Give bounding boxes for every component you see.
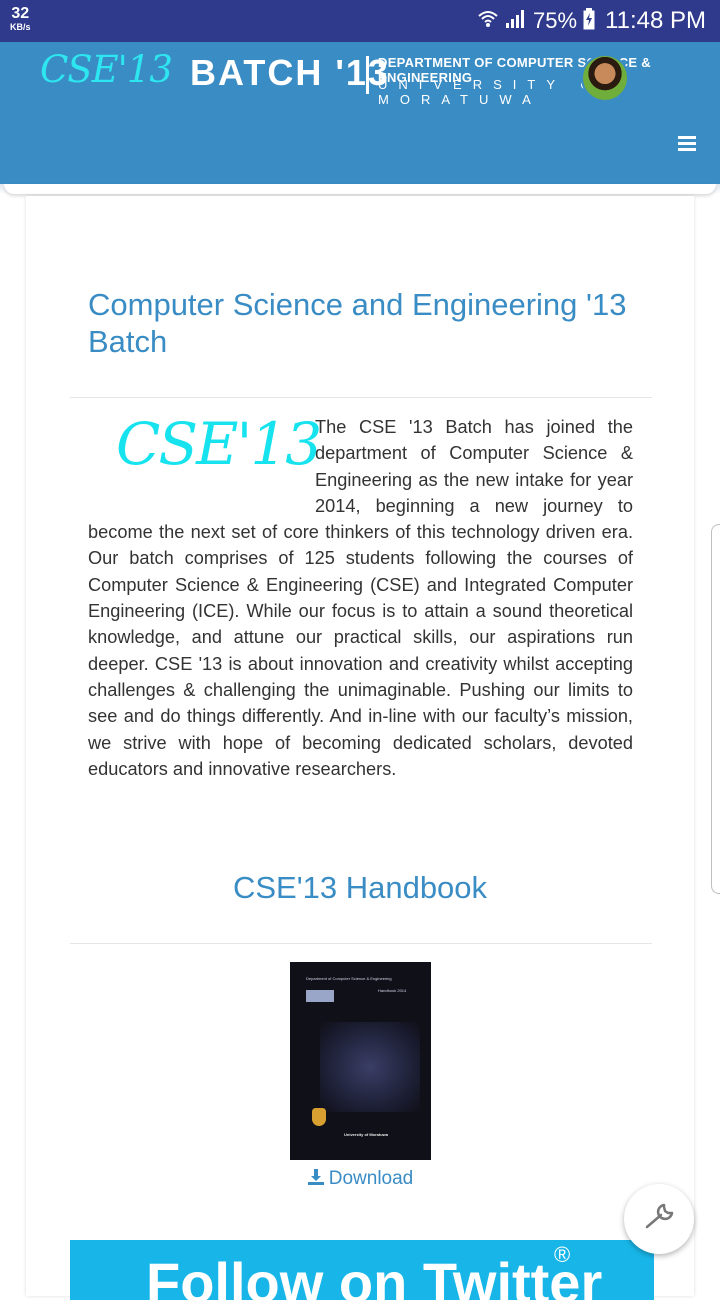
twitter-follow-button[interactable]: Follow on Twitter ® <box>70 1240 654 1300</box>
network-speed: 32 KB/s <box>10 6 31 32</box>
university-name: UNIVERSITY OF MORATUWA <box>378 77 621 107</box>
cover-badge <box>306 990 334 1002</box>
download-icon <box>307 1168 325 1192</box>
site-header: CSE'13 BATCH '13 DEPARTMENT OF COMPUTER … <box>0 42 720 184</box>
batch-title: BATCH '13 <box>190 52 390 93</box>
divider <box>70 943 652 944</box>
site-logo[interactable]: CSE'13 <box>40 48 173 91</box>
registered-mark: ® <box>554 1242 571 1267</box>
tools-fab-button[interactable] <box>624 1184 694 1254</box>
status-bar: 32 KB/s 75% 11:48 PM <box>0 0 720 42</box>
avatar[interactable] <box>581 54 629 102</box>
divider <box>70 397 652 398</box>
cover-university: University of Moratuwa <box>344 1132 389 1137</box>
download-link[interactable]: Download <box>0 1168 720 1192</box>
wrench-icon <box>639 1197 679 1241</box>
header-bottom-edge <box>4 184 716 194</box>
wifi-icon <box>477 8 499 35</box>
cover-department: Department of Computer Science & Enginee… <box>306 976 392 981</box>
edge-panel-handle[interactable] <box>711 524 720 894</box>
handbook-cover-image[interactable]: Department of Computer Science & Enginee… <box>290 962 431 1160</box>
battery-percent: 75% <box>533 8 578 33</box>
battery-charging-icon <box>583 7 595 35</box>
network-speed-unit: KB/s <box>10 22 31 32</box>
about-paragraph: The CSE '13 Batch has joined the departm… <box>88 414 633 782</box>
header-divider <box>366 56 369 94</box>
twitter-follow-label: Follow on Twitter <box>146 1251 603 1300</box>
cover-word-cloud <box>320 1022 420 1112</box>
cover-edition: Handbook 2014 <box>378 988 407 993</box>
hamburger-menu-icon[interactable] <box>678 136 696 152</box>
page-title: Computer Science and Engineering '13 Bat… <box>88 287 627 359</box>
signal-icon <box>505 9 527 34</box>
university-crest-icon <box>312 1108 326 1126</box>
network-speed-value: 32 <box>11 5 30 22</box>
download-label: Download <box>328 1168 414 1189</box>
handbook-title: CSE'13 Handbook <box>232 870 488 905</box>
clock: 11:48 PM <box>605 7 706 34</box>
